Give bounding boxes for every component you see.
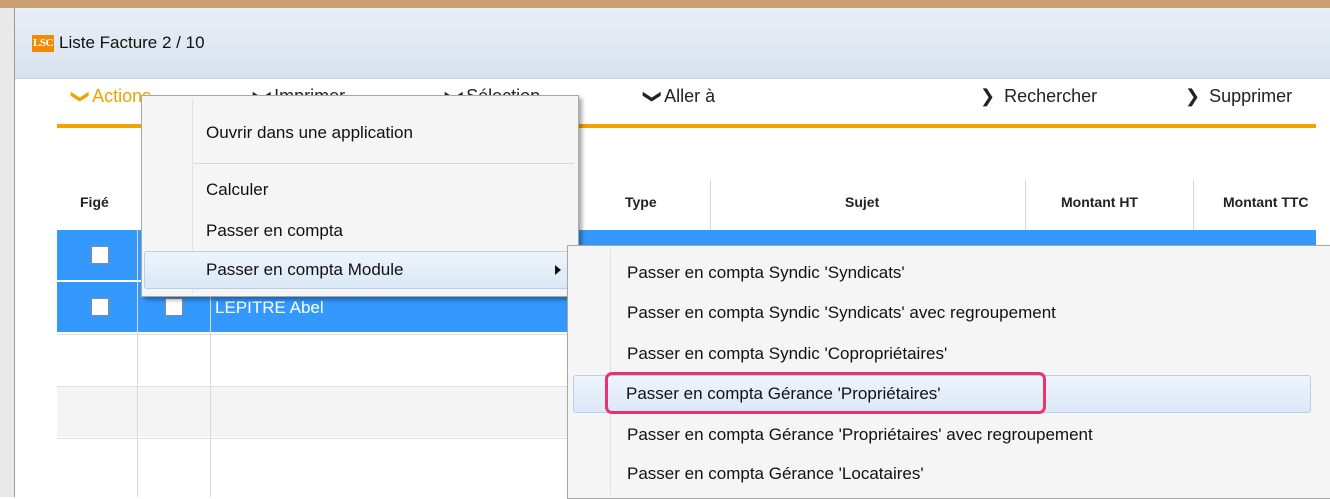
- supprimer-button[interactable]: ❯ Supprimer: [1185, 86, 1292, 107]
- supprimer-label: Supprimer: [1209, 86, 1293, 106]
- fige-checkbox[interactable]: [91, 246, 109, 264]
- menu-item-label: Passer en compta Syndic 'Syndicats': [627, 263, 905, 282]
- aller-a-menu-button[interactable]: ❯Aller à: [643, 86, 716, 107]
- rechercher-button[interactable]: ❯ Rechercher: [980, 86, 1097, 107]
- menu-item-ouvrir[interactable]: Ouvrir dans une application: [144, 116, 576, 150]
- column-divider: [137, 230, 138, 497]
- menu-item-label: Passer en compta: [206, 221, 344, 240]
- submenu-item-syndic-coproprietaires[interactable]: Passer en compta Syndic 'Copropriétaires…: [570, 337, 1329, 371]
- submenu-item-syndic-syndicats-regroupement[interactable]: Passer en compta Syndic 'Syndicats' avec…: [570, 296, 1329, 330]
- submenu-item-syndic-syndicats[interactable]: Passer en compta Syndic 'Syndicats': [570, 256, 1329, 290]
- fige-checkbox[interactable]: [91, 298, 109, 316]
- row-checkbox[interactable]: [165, 298, 183, 316]
- menu-separator: [194, 163, 574, 164]
- column-divider: [1193, 180, 1194, 230]
- menu-item-label: Calculer: [206, 180, 269, 199]
- window-title: Liste Facture 2 / 10: [59, 33, 205, 52]
- rechercher-label: Rechercher: [1004, 86, 1098, 106]
- aller-a-label: Aller à: [664, 86, 716, 106]
- header-sujet[interactable]: Sujet: [845, 194, 879, 210]
- title-bar: LSC Liste Facture 2 / 10: [15, 8, 1330, 79]
- actions-context-menu: Ouvrir dans une application Calculer Pas…: [141, 95, 579, 297]
- row-name: LEPITRE Abel: [215, 298, 324, 317]
- chevron-right-icon: ❯: [980, 86, 996, 106]
- menu-item-label: Passer en compta Gérance 'Propriétaires'…: [627, 425, 1093, 444]
- menu-item-label: Passer en compta Syndic 'Copropriétaires…: [627, 344, 948, 363]
- menu-item-label: Passer en compta Module: [206, 260, 404, 279]
- background-app-edge: [0, 8, 15, 497]
- header-type[interactable]: Type: [625, 194, 657, 210]
- highlight-annotation: [605, 372, 1046, 414]
- menu-item-calculer[interactable]: Calculer: [144, 173, 576, 207]
- menu-item-label: Ouvrir dans une application: [206, 123, 413, 142]
- chevron-down-icon: ❯: [71, 88, 92, 105]
- actions-menu-button[interactable]: ❯Actions: [71, 86, 151, 107]
- chevron-down-icon: ❯: [643, 88, 664, 105]
- menu-item-label: Passer en compta Gérance 'Locataires': [627, 464, 924, 483]
- header-montant-ttc[interactable]: Montant TTC: [1223, 194, 1309, 210]
- submenu-arrow-icon: [555, 265, 561, 275]
- column-divider: [710, 180, 711, 230]
- column-divider: [1025, 180, 1026, 230]
- chevron-right-icon: ❯: [1185, 86, 1201, 106]
- header-fige[interactable]: Figé: [80, 194, 109, 210]
- submenu-item-gerance-proprietaires-regroupement[interactable]: Passer en compta Gérance 'Propriétaires'…: [570, 418, 1329, 452]
- background-app-strip: [0, 0, 1330, 8]
- lsc-logo: LSC: [32, 35, 54, 52]
- menu-item-passer-en-compta-module[interactable]: Passer en compta Module: [144, 251, 576, 289]
- menu-item-passer-en-compta[interactable]: Passer en compta: [144, 214, 576, 248]
- header-montant-ht[interactable]: Montant HT: [1061, 194, 1138, 210]
- submenu-item-gerance-locataires[interactable]: Passer en compta Gérance 'Locataires': [570, 457, 1329, 491]
- menu-item-label: Passer en compta Syndic 'Syndicats' avec…: [627, 303, 1056, 322]
